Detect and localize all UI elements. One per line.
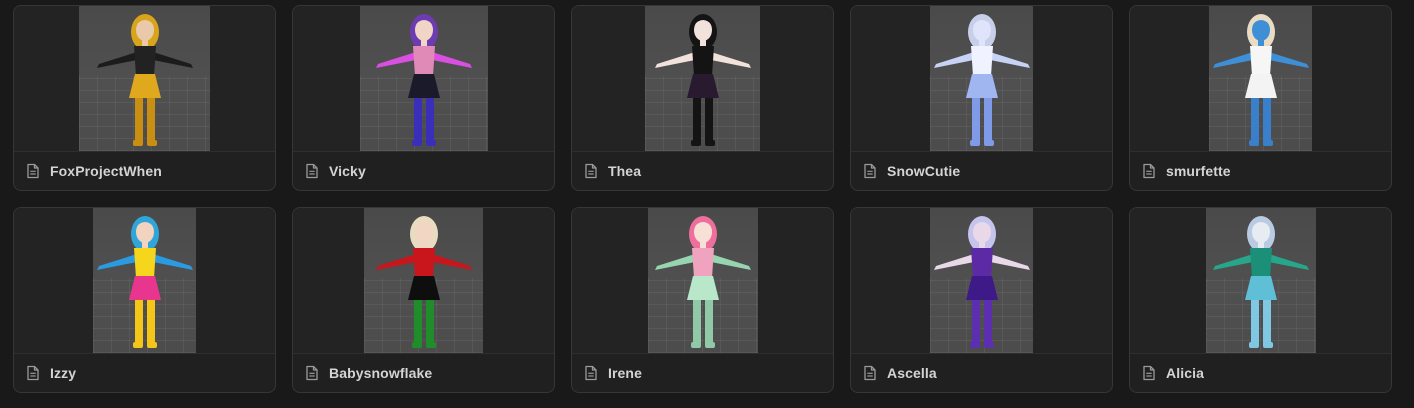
card-cover	[1130, 208, 1391, 353]
document-icon	[864, 163, 876, 179]
avatar-gallery: FoxProjectWhen Vicky Thea SnowCutie smur…	[13, 5, 1392, 393]
card-footer: Thea	[572, 152, 833, 190]
avatar-figure	[1212, 14, 1309, 146]
avatar-figure	[1212, 216, 1309, 348]
card-cover	[1130, 6, 1391, 151]
avatar-preview-image	[1209, 6, 1312, 151]
avatar-figure	[654, 14, 751, 146]
card-title: SnowCutie	[887, 163, 961, 179]
avatar-preview-image	[645, 6, 760, 151]
avatar-preview-image	[930, 208, 1033, 353]
avatar-figure	[933, 14, 1030, 146]
card-footer: Babysnowflake	[293, 354, 554, 392]
gallery-card[interactable]: SnowCutie	[850, 5, 1113, 191]
document-icon	[306, 163, 318, 179]
card-footer: Ascella	[851, 354, 1112, 392]
document-icon	[27, 163, 39, 179]
card-footer: Izzy	[14, 354, 275, 392]
avatar-preview-image	[1205, 208, 1316, 353]
document-icon	[864, 365, 876, 381]
avatar-figure	[375, 216, 472, 348]
card-footer: SnowCutie	[851, 152, 1112, 190]
avatar-preview-image	[930, 6, 1033, 151]
document-icon	[585, 365, 597, 381]
card-cover	[572, 6, 833, 151]
card-cover	[851, 6, 1112, 151]
card-cover	[572, 208, 833, 353]
card-title: Izzy	[50, 365, 77, 381]
document-icon	[1143, 365, 1155, 381]
card-title: Ascella	[887, 365, 937, 381]
card-footer: Vicky	[293, 152, 554, 190]
card-title: smurfette	[1166, 163, 1231, 179]
gallery-card[interactable]: Alicia	[1129, 207, 1392, 393]
card-cover	[14, 6, 275, 151]
card-footer: smurfette	[1130, 152, 1391, 190]
gallery-card[interactable]: Ascella	[850, 207, 1113, 393]
avatar-figure	[96, 14, 193, 146]
gallery-card[interactable]: Thea	[571, 5, 834, 191]
card-title: FoxProjectWhen	[50, 163, 162, 179]
card-cover	[851, 208, 1112, 353]
avatar-preview-image	[93, 208, 196, 353]
avatar-preview-image	[647, 208, 758, 353]
card-title: Babysnowflake	[329, 365, 433, 381]
avatar-preview-image	[364, 208, 483, 353]
card-title: Vicky	[329, 163, 366, 179]
gallery-card[interactable]: Babysnowflake	[292, 207, 555, 393]
document-icon	[306, 365, 318, 381]
card-title: Alicia	[1166, 365, 1204, 381]
avatar-figure	[96, 216, 193, 348]
avatar-preview-image	[359, 6, 488, 151]
card-cover	[14, 208, 275, 353]
document-icon	[585, 163, 597, 179]
card-footer: Irene	[572, 354, 833, 392]
document-icon	[27, 365, 39, 381]
document-icon	[1143, 163, 1155, 179]
avatar-figure	[654, 216, 751, 348]
card-cover	[293, 208, 554, 353]
gallery-card[interactable]: FoxProjectWhen	[13, 5, 276, 191]
gallery-card[interactable]: Izzy	[13, 207, 276, 393]
gallery-card[interactable]: Vicky	[292, 5, 555, 191]
card-footer: FoxProjectWhen	[14, 152, 275, 190]
card-footer: Alicia	[1130, 354, 1391, 392]
avatar-figure	[375, 14, 472, 146]
card-cover	[293, 6, 554, 151]
avatar-preview-image	[79, 6, 210, 151]
card-title: Irene	[608, 365, 642, 381]
gallery-card[interactable]: Irene	[571, 207, 834, 393]
gallery-card[interactable]: smurfette	[1129, 5, 1392, 191]
avatar-figure	[933, 216, 1030, 348]
card-title: Thea	[608, 163, 642, 179]
